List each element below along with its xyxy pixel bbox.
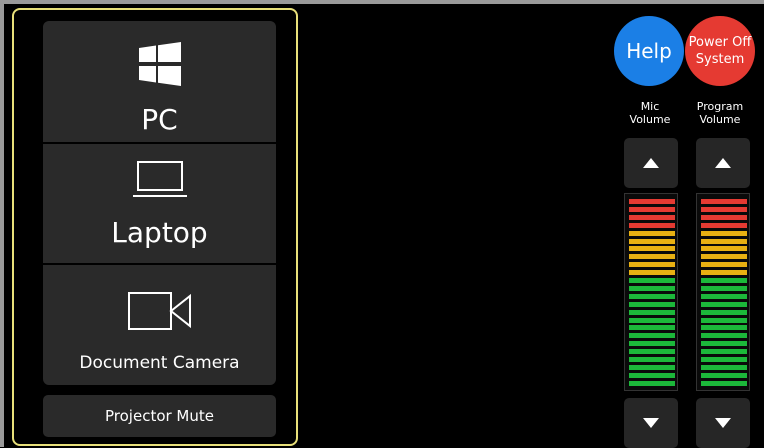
triangle-up-icon [643,158,659,168]
meter-segment [629,317,675,323]
meter-segment [701,222,747,228]
power-off-line1: Power Off [688,35,752,50]
meter-segment [701,262,747,268]
meter-segment [629,380,675,386]
meter-segment [629,262,675,268]
meter-segment [629,278,675,283]
mic-volume-down-button[interactable] [624,398,678,448]
pc-source-label: PC [141,103,178,136]
program-volume-up-button[interactable] [696,138,750,188]
projector-mute-label: Projector Mute [105,407,214,425]
meter-segment [701,285,747,291]
meter-segment [701,349,747,355]
power-off-label: Power Off System [689,34,752,68]
mic-volume-up-button[interactable] [624,138,678,188]
triangle-down-icon [643,418,659,428]
mic-volume-label-line2: Volume [629,113,671,126]
meter-segment [701,206,747,212]
program-volume-label-line1: Program [696,100,744,113]
meter-segment [629,333,675,339]
meter-segment [701,341,747,347]
meter-segment [629,254,675,260]
mic-volume-label-line1: Mic [640,100,660,113]
meter-segment [629,325,675,331]
meter-segment [701,270,747,276]
meter-segment [701,317,747,323]
meter-segment [701,333,747,339]
meter-segment [701,246,747,252]
meter-segment [629,206,675,212]
meter-segment [701,293,747,299]
meter-segment [629,349,675,355]
pc-source-button[interactable]: PC [43,21,276,142]
meter-segment [701,357,747,362]
meter-segment [629,199,675,204]
triangle-down-icon [715,418,731,428]
meter-segment [629,270,675,276]
meter-segment [629,309,675,315]
meter-segment [701,254,747,260]
meter-segment [629,341,675,347]
meter-segment [701,278,747,283]
help-label: Help [626,39,672,63]
laptop-source-button[interactable]: Laptop [43,144,276,263]
meter-segment [701,230,747,236]
meter-segment [629,238,675,244]
meter-segment [701,364,747,370]
meter-segment [701,372,747,378]
windows-logo-icon [137,39,183,89]
laptop-source-label: Laptop [111,216,208,249]
meter-segment [701,309,747,315]
program-volume-meter [696,193,750,391]
document-camera-source-button[interactable]: Document Camera [43,265,276,385]
meter-segment [701,214,747,220]
meter-segment [629,372,675,378]
meter-segment [701,325,747,331]
meter-segment [629,364,675,370]
meter-segment [701,380,747,386]
triangle-up-icon [715,158,731,168]
meter-segment [629,357,675,362]
program-volume-label-line2: Volume [699,113,741,126]
meter-segment [701,199,747,204]
meter-segment [629,285,675,291]
mic-volume-meter [624,193,678,391]
program-volume-label: Program Volume [685,100,755,126]
source-selection-panel: PC Laptop Document Camera Projector Mute [12,8,298,446]
meter-segment [629,246,675,252]
program-volume-down-button[interactable] [696,398,750,448]
power-off-system-button[interactable]: Power Off System [685,16,755,86]
video-camera-icon [127,289,193,333]
meter-segment [701,301,747,307]
meter-segment [701,238,747,244]
projector-mute-button[interactable]: Projector Mute [43,395,276,437]
meter-segment [629,214,675,220]
meter-segment [629,222,675,228]
help-button[interactable]: Help [614,16,684,86]
meter-segment [629,230,675,236]
laptop-icon [132,160,188,198]
meter-segment [629,293,675,299]
power-off-line2: System [695,52,745,67]
mic-volume-label: Mic Volume [615,100,685,126]
meter-segment [629,301,675,307]
document-camera-source-label: Document Camera [79,353,240,373]
